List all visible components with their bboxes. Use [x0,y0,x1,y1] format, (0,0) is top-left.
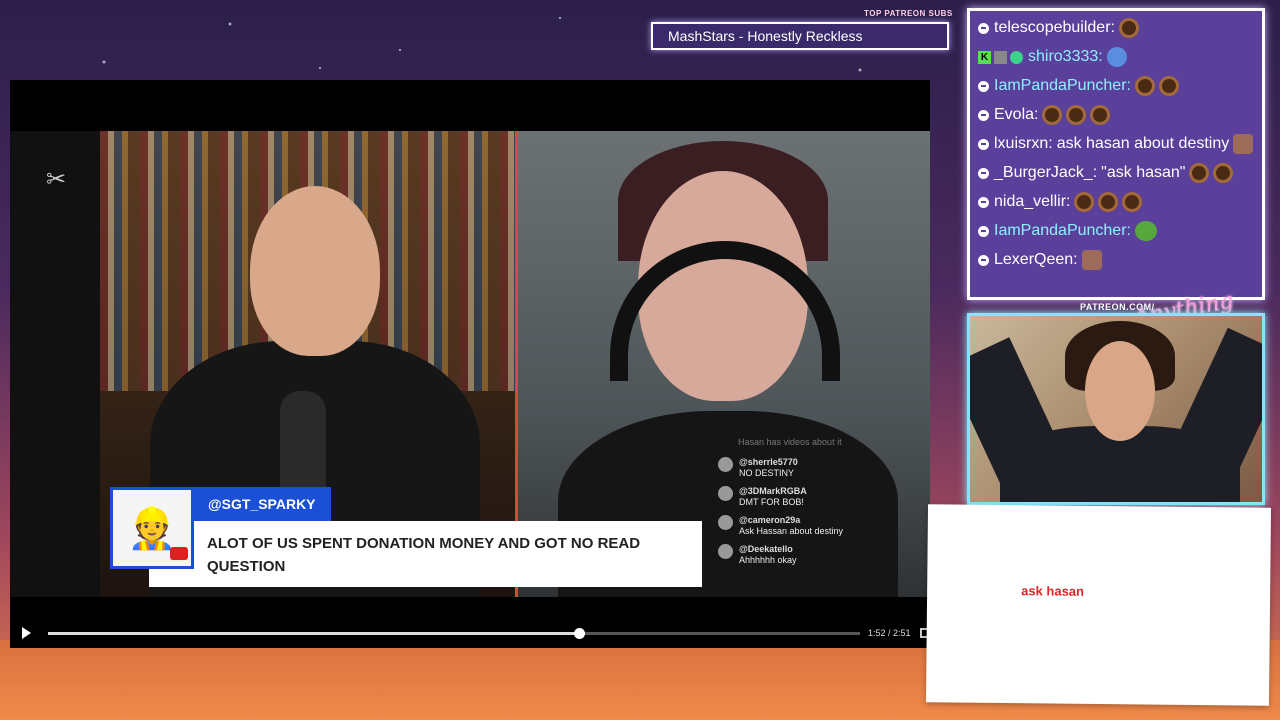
comment-user: @cameron29a [739,515,801,525]
video-comment: @3DMarkRGBA DMT FOR BOB! [718,486,888,507]
video-comment: @sherrle5770 NO DESTINY [718,457,888,478]
coin-emote-icon [1122,192,1143,212]
chat-username[interactable]: lxuisrxn: [994,132,1053,156]
top-patreon-label: TOP PATREON SUBS [864,9,953,18]
chat-message: Evola: [978,103,1254,127]
chat-panel: telescopebuilder: Kshiro3333: IamPandaPunc… [967,8,1265,300]
comment-user: @3DMarkRGBA [739,486,807,496]
face-emote-icon [1081,250,1102,270]
chat-badge-icon [978,167,989,179]
coin-emote-icon [1074,192,1095,212]
chat-username[interactable]: telescopebuilder: [994,16,1115,40]
question-text: ALOT OF US SPENT DONATION MONEY AND GOT … [149,521,702,587]
chat-username[interactable]: LexerQeen: [994,248,1078,272]
chat-message: IamPandaPuncher: [978,74,1254,98]
coin-emote-icon [1098,192,1119,212]
frog-emote-icon [1134,221,1157,241]
chat-message: IamPandaPuncher: [978,219,1254,243]
comment-avatar [718,457,733,472]
video-comment: @cameron29a Ask Hassan about destiny [718,515,888,536]
chat-badge-icon [978,138,989,150]
chat-username[interactable]: _BurgerJack_: [994,161,1097,185]
coin-emote-icon [1066,105,1087,125]
chat-username[interactable]: nida_vellir: [994,190,1070,214]
patreon-ticker: MashStars - Honestly Reckless [651,22,949,50]
comment-avatar [718,544,733,559]
comment-user: @Deekatello [739,544,793,554]
comment-avatar [718,486,733,501]
coin-emote-icon [1158,76,1179,96]
seek-bar[interactable] [48,628,860,639]
note-card: ask hasan [925,504,1272,706]
streamer-webcam [967,313,1265,505]
coin-emote-icon [1042,105,1063,125]
chat-badge-icon [978,109,989,121]
coin-emote-icon [1090,105,1111,125]
chat-badge-icon [994,50,1007,64]
coin-emote-icon [1118,18,1139,38]
seek-handle[interactable] [574,628,586,639]
capcut-logo-icon: ✂ [46,166,67,193]
chat-username[interactable]: Evola: [994,103,1038,127]
coin-emote-icon [1213,163,1234,183]
coin-emote-icon [1189,163,1210,183]
time-display: 1:52 / 2:51 [868,628,911,638]
video-comments: @sherrle5770 NO DESTINY @3DMarkRGBA DMT … [718,457,888,573]
face-emote-icon [1233,134,1254,154]
comments-hint: Hasan has videos about it [738,437,842,447]
blue-emote-icon [1106,47,1127,67]
comment-user: @sherrle5770 [739,457,798,467]
chat-message: lxuisrxn: ask hasan about destiny [978,132,1254,156]
chat-badge-icon [978,196,989,208]
question-username: @SGT_SPARKY [194,487,331,521]
note-text: ask hasan [1021,583,1085,599]
comment-text: DMT FOR BOB! [739,497,804,507]
chat-text: "ask hasan" [1101,164,1186,181]
comment-text: Ask Hassan about destiny [739,526,844,536]
chat-badge-icon [978,80,989,92]
coin-emote-icon [1134,76,1155,96]
comment-avatar [718,515,733,530]
chat-username[interactable]: IamPandaPuncher: [994,74,1131,98]
chat-username[interactable]: shiro3333: [1028,45,1103,69]
streamer-head [1085,341,1155,441]
chat-badge-icon [978,254,989,266]
chat-badge-icon [978,225,989,237]
chat-message: telescopebuilder: [978,16,1254,40]
chat-badge-icon [1010,50,1023,64]
player-controls: 1:52 / 2:51 [10,618,930,648]
chat-message: _BurgerJack_: "ask hasan" [978,161,1254,185]
video-comment: @Deekatello Ahhhhhh okay [718,544,888,565]
chat-username[interactable]: IamPandaPuncher: [994,219,1131,243]
chat-badge-icon [978,22,989,34]
play-icon[interactable] [22,627,31,639]
person-left-head [250,186,380,356]
comment-text: NO DESTINY [739,468,795,478]
seek-progress [48,632,580,635]
chat-badge-icon: K [978,50,991,64]
chat-message: nida_vellir: [978,190,1254,214]
comment-text: Ahhhhhh okay [739,555,797,565]
chat-message: Kshiro3333: [978,45,1254,69]
chat-message: LexerQeen: [978,248,1254,272]
chat-text: ask hasan about destiny [1056,135,1230,152]
youtube-icon [170,547,188,560]
